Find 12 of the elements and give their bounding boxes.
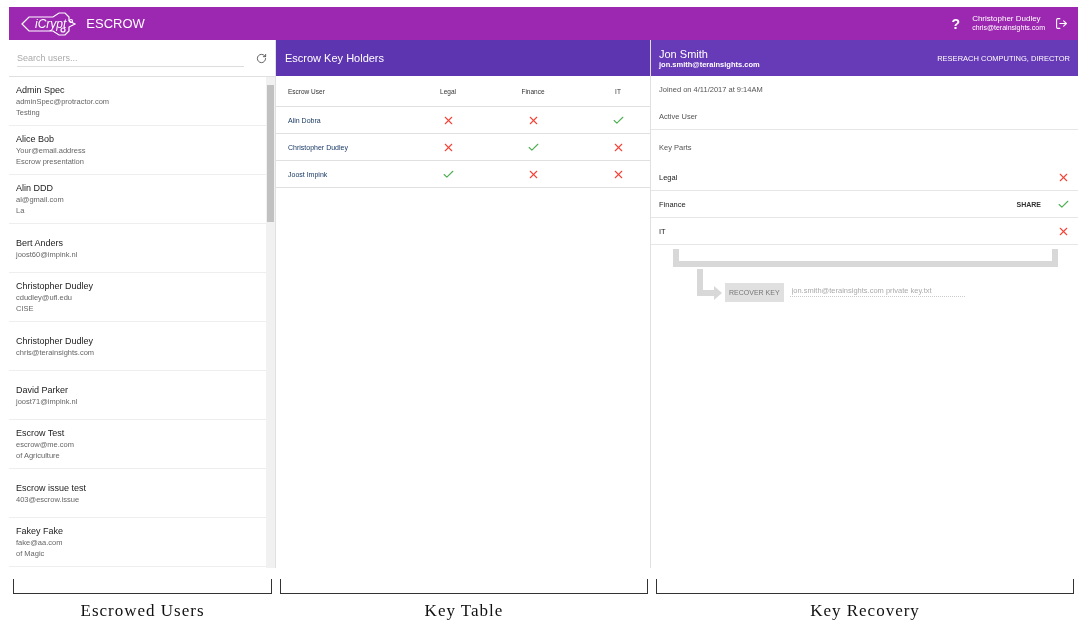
user-name: Christopher Dudley — [972, 15, 1042, 25]
figure-caption: Escrowed Users — [80, 601, 205, 621]
panel-title: Escrow Key Holders — [276, 40, 650, 76]
logout-icon[interactable] — [1055, 17, 1068, 30]
app-title: ESCROW — [86, 16, 145, 31]
refresh-icon[interactable] — [256, 52, 267, 64]
figure-caption: Key Recovery — [810, 601, 920, 621]
logo-text: iCrypt — [35, 16, 67, 31]
figure-caption: Key Table — [424, 601, 504, 621]
detail-name: Jon Smith — [659, 47, 709, 60]
scrollbar[interactable] — [266, 77, 275, 568]
help-button[interactable]: ? — [951, 15, 961, 32]
